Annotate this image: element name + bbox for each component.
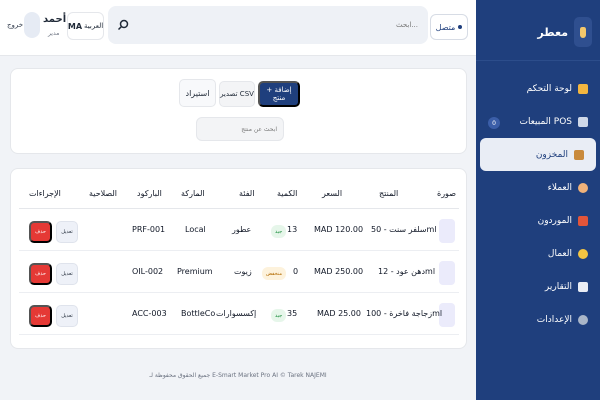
- pos-icon: [578, 116, 588, 127]
- table-row: زجاجة فاخرة - 100ml MAD 25.00 35 جيد إكس…: [19, 295, 459, 335]
- product-brand: Premium: [177, 267, 213, 276]
- edit-button[interactable]: تعديل: [56, 221, 78, 243]
- product-name: سلفر سنت - 50ml: [371, 225, 437, 234]
- sidebar-item-label: لوحة التحكم: [526, 83, 572, 94]
- status-label: متصل: [435, 22, 456, 32]
- stock-status-badge: منخفض: [262, 267, 287, 280]
- language-switcher[interactable]: MA العربية: [67, 12, 104, 40]
- col-header-category: الفئة: [239, 189, 255, 198]
- stock-status-badge: جيد: [271, 309, 287, 322]
- product-search-input[interactable]: [196, 117, 284, 141]
- product-image: [439, 261, 455, 285]
- sidebar-item-settings[interactable]: الإعدادات: [476, 303, 600, 336]
- settings-icon: [578, 314, 588, 325]
- inventory-icon: [574, 149, 584, 160]
- sidebar-item-inventory[interactable]: المخزون: [480, 138, 596, 171]
- product-price: MAD 25.00: [317, 309, 361, 318]
- sidebar-item-dashboard[interactable]: لوحة التحكم: [476, 72, 600, 105]
- actions-card: + إضافة منتج تصدير CSV استيراد: [10, 68, 467, 154]
- product-category: زيوت: [234, 267, 252, 276]
- brand-name: معطر: [537, 25, 568, 39]
- reports-icon: [578, 281, 588, 292]
- product-quantity: 13: [287, 225, 298, 234]
- stock-status-badge: جيد: [271, 225, 287, 238]
- product-image: [439, 219, 455, 243]
- product-brand: Local: [185, 225, 206, 234]
- connection-status: متصل: [430, 14, 468, 40]
- col-header-barcode: الباركود: [137, 189, 162, 198]
- suppliers-icon: [578, 215, 588, 226]
- status-dot-icon: [458, 25, 463, 29]
- language-label: العربية: [84, 22, 104, 30]
- product-category: إكسسوارات: [216, 309, 257, 318]
- table-row: سلفر سنت - 50ml MAD 120.00 13 جيد عطور L…: [19, 211, 459, 251]
- sidebar-item-pos[interactable]: المبيعات POS 0: [476, 105, 600, 138]
- col-header-price: السعر: [322, 189, 343, 198]
- product-name: دهن عود - 12ml: [378, 267, 436, 276]
- product-quantity: 35: [287, 309, 298, 318]
- language-code: MA: [67, 21, 83, 31]
- delete-button[interactable]: حذف: [29, 263, 52, 285]
- product-barcode: ACC-003: [132, 309, 167, 318]
- search-icon[interactable]: [116, 18, 130, 32]
- search-input[interactable]: [138, 6, 428, 44]
- sidebar-item-suppliers[interactable]: الموردون: [476, 204, 600, 237]
- export-csv-button[interactable]: تصدير CSV: [219, 81, 255, 107]
- sidebar-divider: [476, 60, 600, 61]
- global-search: [108, 6, 428, 44]
- sidebar: معطر لوحة التحكم المبيعات POS 0 المخزون …: [476, 0, 600, 400]
- top-bar: متصل MA العربية أحمد مدير خروج: [0, 0, 476, 56]
- sidebar-item-label: الإعدادات: [536, 314, 572, 325]
- product-price: MAD 120.00: [314, 225, 364, 234]
- sidebar-item-label: العمال: [547, 248, 572, 259]
- avatar[interactable]: [24, 12, 40, 38]
- brand[interactable]: معطر: [484, 14, 592, 50]
- sidebar-nav: لوحة التحكم المبيعات POS 0 المخزون العمل…: [476, 72, 600, 336]
- sidebar-item-label: المبيعات POS: [519, 116, 572, 127]
- logout-button[interactable]: خروج: [7, 21, 23, 29]
- product-barcode: PRF-001: [132, 225, 166, 234]
- col-header-brand: الماركة: [181, 189, 205, 198]
- product-name: زجاجة فاخرة - 100ml: [366, 309, 443, 318]
- sidebar-item-reports[interactable]: التقارير: [476, 270, 600, 303]
- product-quantity: 0: [293, 267, 299, 276]
- delete-button[interactable]: حذف: [29, 305, 52, 327]
- edit-button[interactable]: تعديل: [56, 305, 78, 327]
- table-row: دهن عود - 12ml MAD 250.00 0 منخفض زيوت P…: [19, 253, 459, 293]
- perfume-logo-icon: [574, 17, 592, 47]
- workers-icon: [578, 248, 588, 259]
- user-role: مدير: [48, 30, 60, 37]
- import-button[interactable]: استيراد: [179, 79, 216, 107]
- add-product-button[interactable]: + إضافة منتج: [258, 81, 300, 107]
- col-header-expiry: الصلاحية: [89, 189, 118, 198]
- footer-copyright: جميع الحقوق محفوظة لـ E-Smart Market Pro…: [149, 372, 327, 379]
- col-header-actions: الإجراءات: [29, 189, 61, 198]
- sidebar-item-customers[interactable]: العملاء: [476, 171, 600, 204]
- sidebar-item-label: العملاء: [547, 182, 572, 193]
- product-barcode: OIL-002: [132, 267, 164, 276]
- sidebar-item-label: التقارير: [544, 281, 572, 292]
- sidebar-item-label: الموردون: [537, 215, 572, 226]
- col-header-image: صورة: [437, 189, 456, 198]
- edit-button[interactable]: تعديل: [56, 263, 78, 285]
- user-name: أحمد: [43, 14, 67, 25]
- product-brand: BottleCo: [181, 309, 216, 318]
- customers-icon: [578, 182, 588, 193]
- dashboard-icon: [578, 83, 588, 94]
- table-header: صورة المنتج السعر الكمية الفئة الماركة ا…: [19, 181, 459, 209]
- sidebar-item-label: المخزون: [535, 149, 568, 160]
- pos-count-badge: 0: [488, 117, 500, 129]
- product-category: عطور: [232, 225, 252, 234]
- sidebar-item-workers[interactable]: العمال: [476, 237, 600, 270]
- delete-button[interactable]: حذف: [29, 221, 52, 243]
- col-header-product: المنتج: [379, 189, 399, 198]
- products-table-card: صورة المنتج السعر الكمية الفئة الماركة ا…: [10, 168, 467, 349]
- col-header-quantity: الكمية: [277, 189, 298, 198]
- product-price: MAD 250.00: [314, 267, 364, 276]
